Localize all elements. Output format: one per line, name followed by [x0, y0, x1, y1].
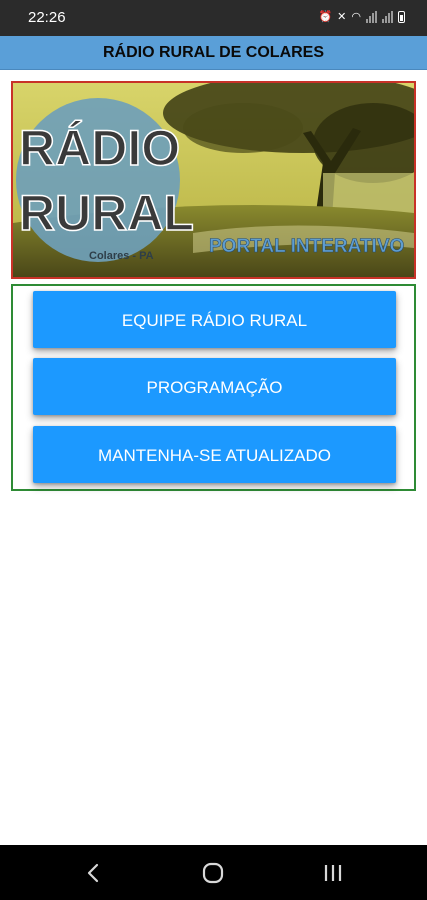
home-icon[interactable]: [198, 859, 228, 887]
logo-line1: RÁDIO: [19, 120, 180, 176]
banner-image: RÁDIO RURAL Colares - PA PORTAL INTERATI…: [11, 81, 416, 279]
alarm-icon: ⏰: [318, 11, 333, 23]
location-label: Colares - PA: [89, 250, 154, 262]
tagline: PORTAL INTERATIVO: [209, 236, 404, 257]
logo-line2: RURAL: [19, 185, 194, 241]
status-bar: 22:26 ⏰ ✕ ◠: [0, 0, 427, 36]
status-time: 22:26: [28, 9, 66, 26]
recents-icon[interactable]: [318, 859, 348, 887]
back-icon[interactable]: [78, 859, 108, 887]
menu-container: EQUIPE RÁDIO RURAL PROGRAMAÇÃO MANTENHA-…: [11, 284, 416, 491]
signal-icon: [366, 11, 377, 23]
app-bar: RÁDIO RURAL DE COLARES: [0, 36, 427, 70]
wifi-icon: ◠: [351, 11, 361, 23]
status-icons: ⏰ ✕ ◠: [318, 10, 405, 24]
app-title: RÁDIO RURAL DE COLARES: [102, 44, 325, 61]
signal-icon-2: [382, 11, 393, 23]
programacao-button[interactable]: PROGRAMAÇÃO: [33, 358, 396, 415]
mantenha-se-atualizado-button[interactable]: MANTENHA-SE ATUALIZADO: [33, 426, 396, 483]
mute-icon: ✕: [337, 11, 347, 23]
battery-icon: [398, 11, 405, 23]
system-nav-bar: [0, 845, 427, 900]
equipe-radio-rural-button[interactable]: EQUIPE RÁDIO RURAL: [33, 291, 396, 348]
